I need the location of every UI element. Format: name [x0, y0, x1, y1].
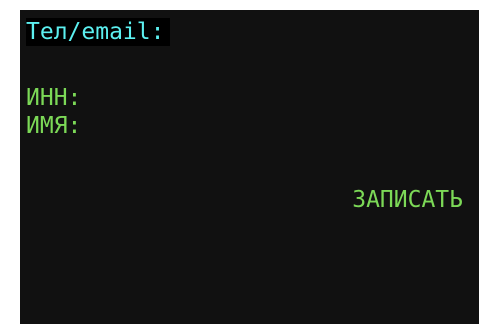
submit-button[interactable]: ЗАПИСАТЬ — [352, 186, 463, 214]
name-field[interactable]: ИМЯ: — [26, 112, 81, 140]
phone-email-field[interactable]: Тел/email: — [26, 18, 171, 46]
terminal-screen: Тел/email: ИНН: ИМЯ: ЗАПИСАТЬ — [20, 10, 479, 324]
inn-field[interactable]: ИНН: — [26, 84, 81, 112]
